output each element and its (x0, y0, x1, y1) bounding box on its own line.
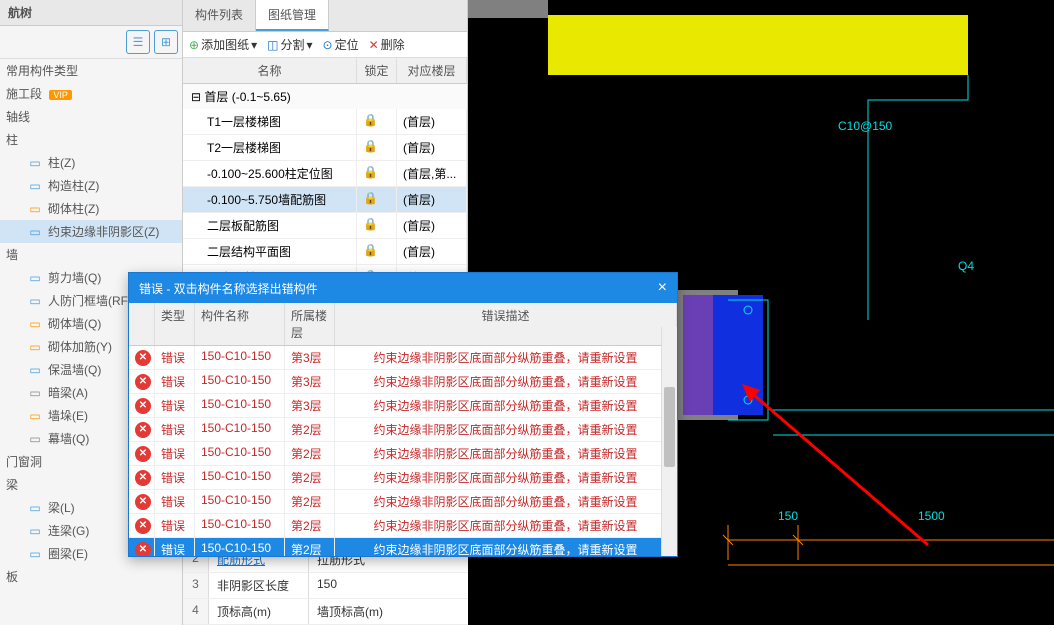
col-err-name: 构件名称 (195, 303, 285, 345)
component-icon: ▭ (28, 432, 42, 446)
error-icon: ✕ (135, 422, 151, 438)
error-icon: ✕ (135, 518, 151, 534)
dialog-titlebar[interactable]: 错误 - 双击构件名称选择出错构件 × (129, 273, 677, 303)
list-view-icon[interactable]: ☰ (126, 30, 150, 54)
error-icon: ✕ (135, 542, 151, 557)
mid-tabs: 构件列表 图纸管理 (183, 0, 467, 32)
col-err-type: 类型 (155, 303, 195, 345)
col-name: 名称 (183, 58, 357, 83)
component-icon: ▭ (28, 524, 42, 538)
component-icon: ▭ (28, 386, 42, 400)
tree-root-axis[interactable]: 轴线 (0, 105, 182, 128)
component-icon: ▭ (28, 501, 42, 515)
error-icon: ✕ (135, 446, 151, 462)
add-drawing-button[interactable]: ⊕添加图纸 ▾ (189, 36, 257, 53)
error-icon: ✕ (135, 470, 151, 486)
error-row[interactable]: ✕错误150-C10-150第2层约束边缘非阴影区底面部分纵筋重叠，请重新设置 (129, 538, 677, 556)
drawing-row[interactable]: -0.100~5.750墙配筋图🔒(首层) (183, 187, 467, 213)
component-icon: ▭ (28, 340, 42, 354)
component-icon: ▭ (28, 225, 42, 239)
drawing-group-row[interactable]: ⊟ 首层 (-0.1~5.65) (183, 84, 467, 109)
lock-icon[interactable]: 🔒 (357, 161, 397, 186)
dialog-scrollbar[interactable] (661, 327, 677, 556)
tree-item[interactable]: ▭柱(Z) (0, 151, 182, 174)
drawing-row[interactable]: -0.100~25.600柱定位图🔒(首层,第... (183, 161, 467, 187)
error-row[interactable]: ✕错误150-C10-150第2层约束边缘非阴影区底面部分纵筋重叠，请重新设置 (129, 418, 677, 442)
lock-icon[interactable]: 🔒 (357, 213, 397, 238)
tree-item[interactable]: ▭砌体柱(Z) (0, 197, 182, 220)
tree-group-column[interactable]: 柱 (0, 128, 182, 151)
dialog-title-text: 错误 - 双击构件名称选择出错构件 (139, 280, 318, 297)
component-icon: ▭ (28, 547, 42, 561)
error-row[interactable]: ✕错误150-C10-150第2层约束边缘非阴影区底面部分纵筋重叠，请重新设置 (129, 514, 677, 538)
svg-text:Q4: Q4 (958, 259, 974, 273)
error-icon: ✕ (135, 374, 151, 390)
col-err-desc: 错误描述 (335, 303, 677, 345)
tree-view-icon[interactable]: ⊞ (154, 30, 178, 54)
nav-toolbar: ☰ ⊞ (0, 26, 182, 59)
component-icon: ▭ (28, 409, 42, 423)
error-table-body[interactable]: ✕错误150-C10-150第3层约束边缘非阴影区底面部分纵筋重叠，请重新设置✕… (129, 346, 677, 556)
lock-icon[interactable]: 🔒 (357, 135, 397, 160)
drawing-table: 名称 锁定 对应楼层 ⊟ 首层 (-0.1~5.65) T1一层楼梯图🔒(首层)… (183, 58, 467, 291)
vip-badge: VIP (49, 90, 72, 100)
error-table-header: 类型 构件名称 所属楼层 错误描述 (129, 303, 677, 346)
component-icon: ▭ (28, 363, 42, 377)
lock-icon[interactable]: 🔒 (357, 187, 397, 212)
drawing-row[interactable]: T2一层楼梯图🔒(首层) (183, 135, 467, 161)
tab-drawing-manage[interactable]: 图纸管理 (256, 0, 329, 31)
error-icon: ✕ (135, 494, 151, 510)
lock-icon[interactable]: 🔒 (357, 239, 397, 264)
col-err-floor: 所属楼层 (285, 303, 335, 345)
component-icon: ▭ (28, 179, 42, 193)
drawing-row[interactable]: 二层结构平面图🔒(首层) (183, 239, 467, 265)
drawing-table-header: 名称 锁定 对应楼层 (183, 58, 467, 84)
tree-root-common[interactable]: 常用构件类型 (0, 59, 182, 82)
drawing-row[interactable]: 二层板配筋图🔒(首层) (183, 213, 467, 239)
split-button[interactable]: ◫分割 ▾ (267, 36, 312, 53)
svg-text:1500: 1500 (918, 509, 945, 523)
tab-component-list[interactable]: 构件列表 (183, 0, 256, 31)
component-icon: ▭ (28, 202, 42, 216)
property-row[interactable]: 3非阴影区长度150 (183, 573, 468, 599)
component-icon: ▭ (28, 271, 42, 285)
error-row[interactable]: ✕错误150-C10-150第2层约束边缘非阴影区底面部分纵筋重叠，请重新设置 (129, 442, 677, 466)
col-err-icon (129, 303, 155, 345)
close-icon[interactable]: × (658, 279, 667, 297)
col-lock: 锁定 (357, 58, 397, 83)
error-row[interactable]: ✕错误150-C10-150第2层约束边缘非阴影区底面部分纵筋重叠，请重新设置 (129, 490, 677, 514)
tree-item[interactable]: ▭约束边缘非阴影区(Z) (0, 220, 182, 243)
component-icon: ▭ (28, 294, 42, 308)
error-icon: ✕ (135, 350, 151, 366)
error-row[interactable]: ✕错误150-C10-150第3层约束边缘非阴影区底面部分纵筋重叠，请重新设置 (129, 394, 677, 418)
tree-group-wall[interactable]: 墙 (0, 243, 182, 266)
component-icon: ▭ (28, 317, 42, 331)
col-floor: 对应楼层 (397, 58, 467, 83)
error-row[interactable]: ✕错误150-C10-150第2层约束边缘非阴影区底面部分纵筋重叠，请重新设置 (129, 466, 677, 490)
tree-group-slab[interactable]: 板 (0, 565, 182, 588)
delete-button[interactable]: ✕删除 (369, 36, 405, 53)
drawing-row[interactable]: T1一层楼梯图🔒(首层) (183, 109, 467, 135)
tree-root-construction[interactable]: 施工段 VIP (0, 82, 182, 105)
tree-item[interactable]: ▭构造柱(Z) (0, 174, 182, 197)
locate-button[interactable]: ⊙定位 (323, 36, 359, 53)
error-icon: ✕ (135, 398, 151, 414)
property-row[interactable]: 4顶标高(m)墙顶标高(m) (183, 599, 468, 625)
svg-text:C10@150: C10@150 (838, 119, 893, 133)
nav-header: 航树 (0, 0, 182, 26)
error-row[interactable]: ✕错误150-C10-150第3层约束边缘非阴影区底面部分纵筋重叠，请重新设置 (129, 370, 677, 394)
mid-toolbar: ⊕添加图纸 ▾ ◫分割 ▾ ⊙定位 ✕删除 (183, 32, 467, 58)
svg-text:150: 150 (778, 509, 798, 523)
error-dialog: 错误 - 双击构件名称选择出错构件 × 类型 构件名称 所属楼层 错误描述 ✕错… (128, 272, 678, 557)
error-row[interactable]: ✕错误150-C10-150第3层约束边缘非阴影区底面部分纵筋重叠，请重新设置 (129, 346, 677, 370)
lock-icon[interactable]: 🔒 (357, 109, 397, 134)
component-icon: ▭ (28, 156, 42, 170)
